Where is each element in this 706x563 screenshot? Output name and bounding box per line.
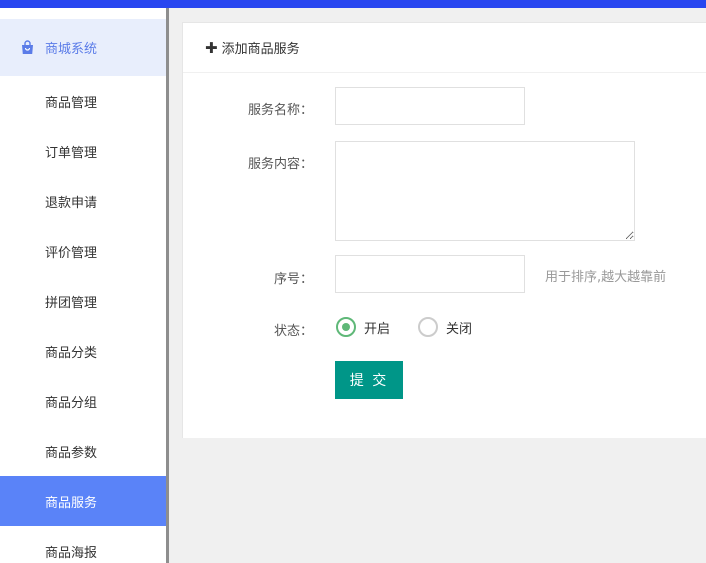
sidebar-item-product-parameters[interactable]: 商品参数 — [0, 426, 166, 476]
sidebar-header-label: 商城系统 — [45, 42, 98, 57]
sidebar-item-order-management[interactable]: 订单管理 — [0, 126, 166, 176]
sidebar-nav: 商品管理 订单管理 退款申请 评价管理 拼团管理 商品分类 商品分组 商品参数 … — [0, 76, 166, 563]
top-bar — [0, 0, 706, 8]
sidebar-item-product-posters[interactable]: 商品海报 — [0, 526, 166, 563]
radio-checked-icon — [336, 317, 356, 337]
card-header: ✚ 添加商品服务 — [183, 23, 706, 73]
form-card: ✚ 添加商品服务 服务名称： 服务内容： 序号： 用于排序,越大越靠前 状态： … — [182, 22, 706, 438]
status-radio-off[interactable]: 关闭 — [418, 317, 472, 337]
sidebar-item-product-management[interactable]: 商品管理 — [0, 76, 166, 126]
plus-icon: ✚ — [205, 38, 218, 57]
page-title: 添加商品服务 — [221, 42, 300, 57]
status-option-on-label: 开启 — [364, 321, 391, 337]
service-name-input[interactable] — [335, 87, 525, 125]
shopping-bag-icon — [20, 40, 34, 56]
status-radio-on[interactable]: 开启 — [336, 317, 390, 337]
sidebar-item-product-groups[interactable]: 商品分组 — [0, 376, 166, 426]
status-option-off-label: 关闭 — [446, 321, 473, 337]
sidebar-item-product-services[interactable]: 商品服务 — [0, 476, 166, 526]
radio-unchecked-icon — [418, 317, 438, 337]
sidebar-item-group-buy-management[interactable]: 拼团管理 — [0, 276, 166, 326]
sidebar-divider[interactable] — [166, 8, 169, 563]
order-number-input[interactable] — [335, 255, 525, 293]
status-label: 状态： — [273, 324, 313, 339]
order-hint: 用于排序,越大越靠前 — [545, 270, 667, 285]
sidebar-item-review-management[interactable]: 评价管理 — [0, 226, 166, 276]
sidebar-item-refund-requests[interactable]: 退款申请 — [0, 176, 166, 226]
sidebar-item-product-categories[interactable]: 商品分类 — [0, 326, 166, 376]
sidebar-header[interactable]: 商城系统 — [0, 19, 166, 76]
service-name-label: 服务名称： — [247, 103, 313, 118]
order-label: 序号： — [273, 272, 313, 287]
service-content-label: 服务内容： — [247, 157, 313, 172]
service-content-textarea[interactable] — [335, 141, 635, 241]
submit-button[interactable]: 提 交 — [335, 361, 403, 399]
